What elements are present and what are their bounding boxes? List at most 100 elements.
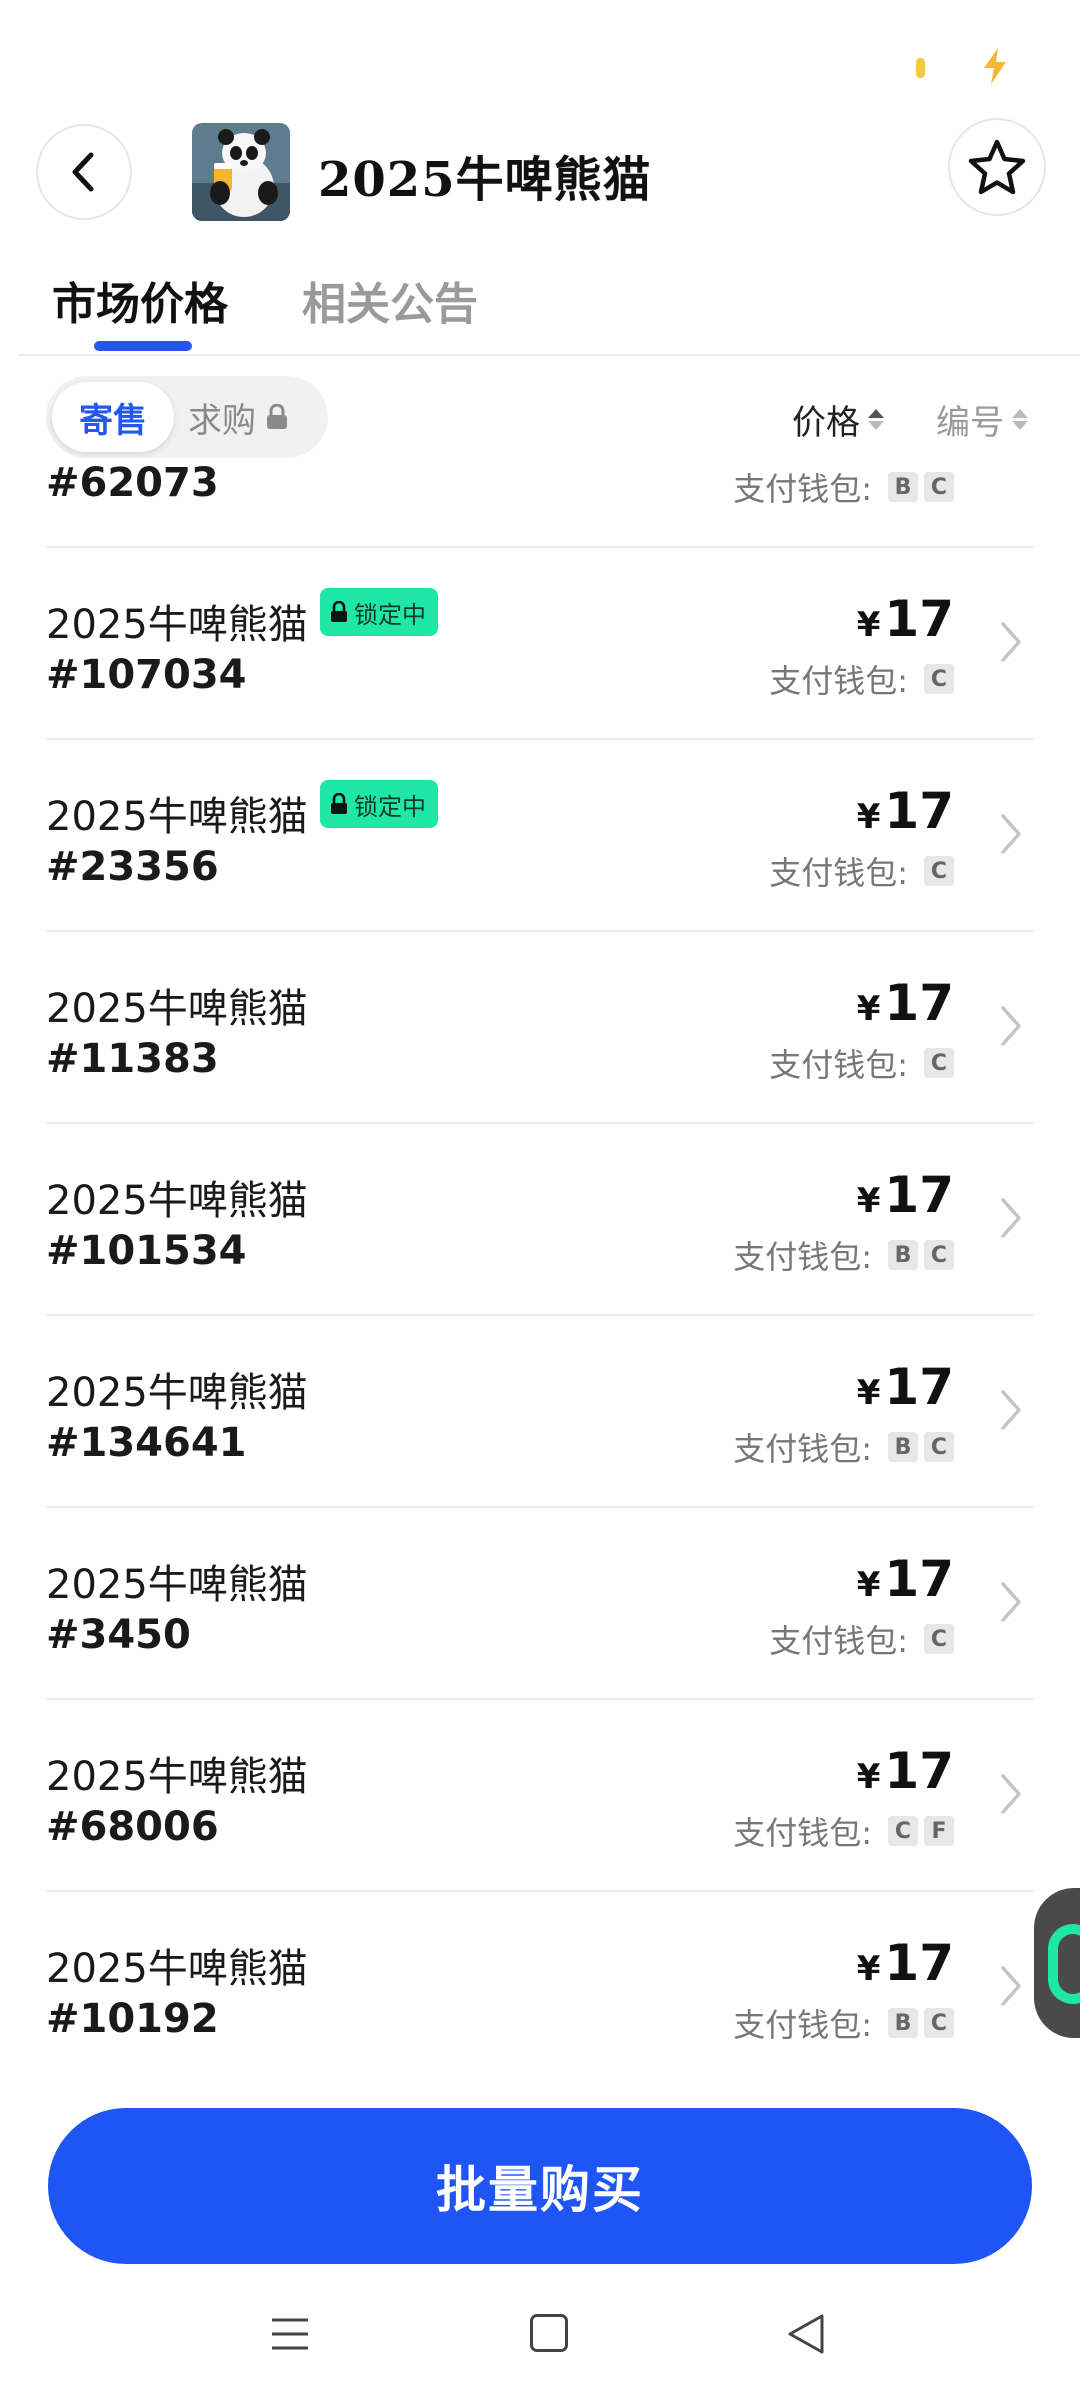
menu-icon[interactable] (270, 2314, 310, 2354)
back-triangle-icon[interactable] (786, 2312, 826, 2356)
currency-symbol: ¥ (856, 1949, 881, 1989)
buy-request-toggle[interactable]: 求购 (188, 376, 288, 458)
bulk-buy-button[interactable]: 批量购买 (48, 2108, 1032, 2264)
wallet-chip: B (888, 2008, 918, 2038)
item-name: 2025牛啤熊猫 (46, 1370, 308, 1416)
item-number: #107034 (46, 652, 247, 698)
list-item[interactable]: 2025牛啤熊猫 #10192 ¥17 支付钱包: B C (0, 1892, 1080, 2082)
wallet-chip: C (924, 664, 954, 694)
wallet-chip: C (924, 1432, 954, 1462)
item-price: ¥17 (857, 590, 954, 648)
wallet-chip: C (924, 1624, 954, 1654)
wallet-chip: B (888, 1432, 918, 1462)
wallet-chip: C (924, 1240, 954, 1270)
item-number: #11383 (46, 1036, 219, 1082)
lock-icon (331, 793, 347, 814)
sort-by-price[interactable]: 价格 (792, 395, 884, 444)
item-name: 2025牛啤熊猫 (46, 602, 308, 648)
chevron-left-icon (72, 152, 94, 192)
wallet-chip: C (924, 1048, 954, 1078)
item-name: 2025牛啤熊猫 (46, 1178, 308, 1224)
assistant-logo-icon (1048, 1924, 1080, 2004)
item-name: 2025牛啤熊猫 (46, 1754, 308, 1800)
item-price: ¥17 (857, 1550, 954, 1608)
payment-wallets: 支付钱包: C (769, 848, 954, 894)
item-price: ¥17 (857, 974, 954, 1032)
item-price: ¥17 (857, 782, 954, 840)
tab-market-price[interactable]: 市场价格 (52, 268, 228, 332)
listing-list[interactable]: #62073 支付钱包: B C 2025牛啤熊猫 锁定中 #107034 ¥17 支付钱包: C… (0, 462, 1080, 2082)
item-price: ¥17 (857, 1742, 954, 1800)
chevron-right-icon (1001, 1966, 1021, 2006)
payment-wallets: 支付钱包: B C (733, 464, 954, 510)
item-number: #23356 (46, 844, 219, 890)
currency-symbol: ¥ (856, 1373, 881, 1413)
wallet-label: 支付钱包: (733, 1238, 872, 1276)
lock-icon (331, 601, 347, 622)
payment-wallets: 支付钱包: B C (733, 1232, 954, 1278)
consign-toggle[interactable]: 寄售 (52, 382, 174, 452)
payment-wallets: 支付钱包: B C (733, 2000, 954, 2046)
page-title: 2025牛啤熊猫 (318, 152, 652, 208)
payment-wallets: 支付钱包: C (769, 656, 954, 702)
wallet-label: 支付钱包: (733, 470, 872, 508)
wallet-label: 支付钱包: (769, 662, 908, 700)
currency-symbol: ¥ (856, 605, 881, 645)
buy-request-label: 求购 (188, 400, 256, 441)
list-item[interactable]: 2025牛啤熊猫 #3450 ¥17 支付钱包: C (0, 1508, 1080, 1700)
list-item[interactable]: #62073 支付钱包: B C (0, 462, 1080, 548)
currency-symbol: ¥ (856, 1565, 881, 1605)
wallet-chip: F (924, 1816, 954, 1846)
payment-wallets: 支付钱包: C F (733, 1808, 954, 1854)
wallet-label: 支付钱包: (733, 2006, 872, 2044)
list-item[interactable]: 2025牛啤熊猫 锁定中 #107034 ¥17 支付钱包: C (0, 548, 1080, 740)
wallet-chip: C (924, 2008, 954, 2038)
wallet-chip: B (888, 472, 918, 502)
tabs-divider (18, 354, 1080, 356)
price-value: 17 (884, 1934, 954, 1992)
list-item[interactable]: 2025牛啤熊猫 #101534 ¥17 支付钱包: B C (0, 1124, 1080, 1316)
floating-assistant-tab[interactable] (1034, 1888, 1080, 2038)
item-number: #134641 (46, 1420, 247, 1466)
item-price: ¥17 (857, 1166, 954, 1224)
tab-announcements[interactable]: 相关公告 (302, 268, 478, 332)
currency-symbol: ¥ (856, 797, 881, 837)
locked-badge: 锁定中 (320, 588, 438, 636)
wallet-chip: B (888, 1240, 918, 1270)
chevron-right-icon (1001, 814, 1021, 854)
chevron-right-icon (1001, 1582, 1021, 1622)
wallet-label: 支付钱包: (769, 1622, 908, 1660)
favorite-button[interactable] (948, 118, 1046, 216)
payment-wallets: 支付钱包: C (769, 1616, 954, 1662)
sort-number-label: 编号 (936, 403, 1004, 443)
lock-icon (267, 404, 287, 429)
wallet-label: 支付钱包: (769, 854, 908, 892)
list-item[interactable]: 2025牛啤熊猫 锁定中 #23356 ¥17 支付钱包: C (0, 740, 1080, 932)
sort-by-number[interactable]: 编号 (936, 395, 1028, 444)
payment-wallets: 支付钱包: C (769, 1040, 954, 1086)
wallet-label: 支付钱包: (769, 1046, 908, 1084)
chevron-right-icon (1001, 1006, 1021, 1046)
back-button[interactable] (36, 124, 132, 220)
item-price: ¥17 (857, 1358, 954, 1416)
wallet-chip: C (924, 856, 954, 886)
item-number: #10192 (46, 1996, 219, 2042)
price-value: 17 (884, 1358, 954, 1416)
active-tab-indicator (94, 341, 192, 351)
list-item[interactable]: 2025牛啤熊猫 #68006 ¥17 支付钱包: C F (0, 1700, 1080, 1892)
home-icon[interactable] (530, 2314, 568, 2352)
price-value: 17 (884, 590, 954, 648)
item-number: #68006 (46, 1804, 219, 1850)
list-item[interactable]: 2025牛啤熊猫 #134641 ¥17 支付钱包: B C (0, 1316, 1080, 1508)
status-indicator-icon (916, 58, 925, 78)
chevron-right-icon (1001, 1198, 1021, 1238)
star-icon (968, 139, 1026, 195)
item-price: ¥17 (857, 1934, 954, 1992)
price-value: 17 (884, 974, 954, 1032)
currency-symbol: ¥ (856, 1181, 881, 1221)
wallet-label: 支付钱包: (733, 1814, 872, 1852)
price-value: 17 (884, 1742, 954, 1800)
list-item[interactable]: 2025牛啤熊猫 #11383 ¥17 支付钱包: C (0, 932, 1080, 1124)
collection-thumbnail (192, 123, 290, 221)
listing-type-toggle: 寄售 求购 (46, 376, 328, 458)
